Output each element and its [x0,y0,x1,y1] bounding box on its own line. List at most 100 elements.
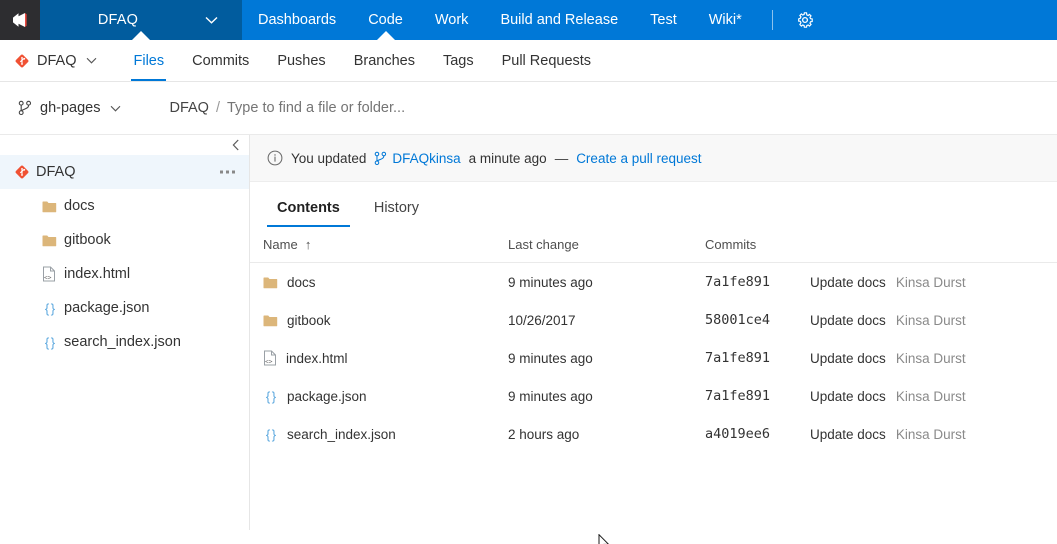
table-row[interactable]: { } package.json 9 minutes ago 7a1fe891 … [250,377,1057,415]
tree-item-label: docs [64,198,95,214]
row-message-cell: Update docs Kinsa Durst [810,415,1057,453]
table-row[interactable]: gitbook 10/26/2017 58001ce4 Update docs … [250,301,1057,339]
row-commit-message[interactable]: Update docs [810,313,886,328]
row-commit-hash[interactable]: a4019ee6 [705,415,810,453]
row-message-cell: Update docs Kinsa Durst [810,263,1057,302]
breadcrumb-separator: / [215,100,220,116]
column-header-name[interactable]: Name ↑ [250,227,508,263]
row-commit-hash[interactable]: 58001ce4 [705,301,810,339]
chevron-down-icon [87,57,97,64]
row-name-cell[interactable]: gitbook [250,301,508,339]
chevron-down-icon [111,105,121,112]
row-name-cell[interactable]: <> index.html [250,339,508,377]
info-circle-icon [267,150,283,166]
row-author: Kinsa Durst [895,274,966,290]
folder-icon [42,234,64,247]
folder-icon [263,314,278,327]
banner-dash: — [554,150,569,166]
row-message-cell: Update docs Kinsa Durst [810,301,1057,339]
table-row[interactable]: <> index.html 9 minutes ago 7a1fe891 Upd… [250,339,1057,377]
column-header-commits[interactable]: Commits [705,227,810,263]
row-name-label: search_index.json [287,426,396,442]
tab-contents[interactable]: Contents [267,189,350,227]
repo-tab-pull-requests[interactable]: Pull Requests [488,40,605,81]
row-name-label: index.html [286,350,348,366]
row-name-cell[interactable]: { } package.json [250,377,508,415]
folder-icon [263,276,278,289]
nav-test[interactable]: Test [634,0,693,40]
repository-navigation: DFAQ Files Commits Pushes Branches Tags … [0,40,1057,82]
ellipsis-icon[interactable] [220,170,235,174]
banner-branch-link[interactable]: DFAQkinsa [374,150,461,166]
row-commit-hash[interactable]: 7a1fe891 [705,263,810,302]
nav-dashboards[interactable]: Dashboards [242,0,352,40]
column-header-last-change[interactable]: Last change [508,227,705,263]
gear-icon[interactable] [785,0,825,40]
row-name-label: docs [287,274,316,290]
breadcrumb-root[interactable]: DFAQ [169,100,208,116]
repo-tab-commits[interactable]: Commits [178,40,263,81]
row-last-change: 9 minutes ago [508,350,593,366]
row-commit-message[interactable]: Update docs [810,389,886,404]
tab-history[interactable]: History [364,189,429,227]
repository-name: DFAQ [37,52,77,69]
table-row[interactable]: docs 9 minutes ago 7a1fe891 Update docs … [250,263,1057,302]
branch-selector[interactable]: gh-pages [18,100,129,116]
file-search-input[interactable] [226,100,567,116]
repo-tab-pushes[interactable]: Pushes [263,40,339,81]
folder-icon [42,200,64,213]
create-pull-request-link[interactable]: Create a pull request [576,151,701,166]
repository-tabs: Files Commits Pushes Branches Tags Pull … [119,40,605,81]
nav-code[interactable]: Code [352,0,419,40]
git-repository-icon [15,54,29,67]
row-message-cell: Update docs Kinsa Durst [810,377,1057,415]
tree-item-docs[interactable]: docs [0,189,249,223]
table-header-row: Name ↑ Last change Commits [250,227,1057,263]
project-selector[interactable]: DFAQ [40,0,242,40]
column-header-message [810,227,1057,263]
tree-item-search-index-json[interactable]: { } search_index.json [0,325,249,359]
tree-item-index-html[interactable]: <> index.html [0,257,249,291]
json-file-icon: { } [265,426,276,442]
row-commit-hash[interactable]: 7a1fe891 [705,339,810,377]
nav-divider [771,10,773,30]
git-branch-icon [375,151,387,165]
banner-time: a minute ago [468,150,547,166]
nav-work[interactable]: Work [419,0,485,40]
vsts-logo-icon[interactable] [0,0,40,40]
repo-tab-files[interactable]: Files [119,40,178,81]
row-last-change: 2 hours ago [508,426,580,442]
row-name-cell[interactable]: docs [250,263,508,302]
tree-item-root-dfaq[interactable]: DFAQ [0,155,249,189]
row-commit-message[interactable]: Update docs [810,275,886,290]
branch-name: gh-pages [40,100,101,116]
json-file-icon: { } [44,300,55,316]
row-author: Kinsa Durst [895,350,966,366]
row-commit-message[interactable]: Update docs [810,351,886,366]
tree-root-label: DFAQ [36,164,76,180]
repo-tab-tags[interactable]: Tags [429,40,488,81]
breadcrumb: DFAQ / [169,100,567,116]
table-row[interactable]: { } search_index.json 2 hours ago a4019e… [250,415,1057,453]
tree-item-label: package.json [64,300,150,316]
row-commit-message[interactable]: Update docs [810,427,886,442]
page-body: DFAQ docs gitbook <> index.html {} pack… [0,135,1057,530]
tree-item-label: index.html [64,266,131,282]
file-list-body: docs 9 minutes ago 7a1fe891 Update docs … [250,263,1057,454]
collapse-panel-button[interactable] [0,135,249,155]
tree-item-gitbook[interactable]: gitbook [0,223,249,257]
nav-wiki[interactable]: Wiki* [693,0,758,40]
row-name-cell[interactable]: { } search_index.json [250,415,508,453]
row-author: Kinsa Durst [895,312,966,328]
row-last-change: 9 minutes ago [508,388,593,404]
row-commit-hash[interactable]: 7a1fe891 [705,377,810,415]
repo-tab-branches[interactable]: Branches [340,40,429,81]
mouse-pointer-icon [598,534,609,544]
nav-build-and-release[interactable]: Build and Release [484,0,634,40]
branch-and-path-bar: gh-pages DFAQ / [0,82,1057,135]
repository-selector[interactable]: DFAQ [14,40,107,81]
tree-item-package-json[interactable]: { } package.json [0,291,249,325]
html-file-icon: <> [263,350,277,366]
banner-branch-name: DFAQkinsa [392,150,461,166]
chevron-left-icon [232,139,239,151]
